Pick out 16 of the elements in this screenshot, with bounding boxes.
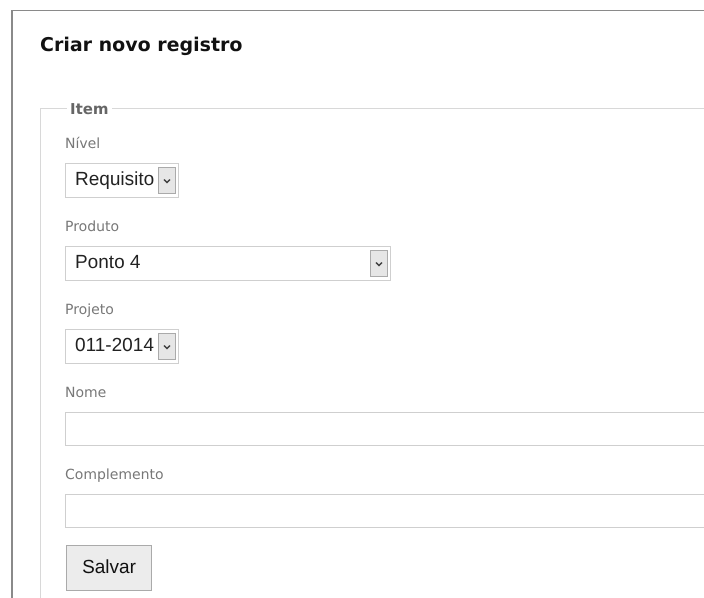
chevron-down-icon [375,260,383,266]
dropdown[interactable]: Ponto 4 [65,246,391,281]
save-button[interactable]: Salvar [66,545,152,591]
fieldset-legend: Item [67,98,112,120]
field-label: Nível [65,135,100,154]
chevron-down-icon [162,344,171,350]
dropdown[interactable]: 011-2014 [65,329,179,364]
input-field[interactable] [65,494,704,528]
field-label: Complemento [65,466,164,485]
page-title: Criar novo registro [40,33,242,58]
chevron-down-icon [163,178,172,184]
dropdown[interactable]: Requisito [65,163,180,198]
field-label: Projeto [65,301,114,320]
field-label: Nome [65,384,106,403]
field-label: Produto [65,218,120,237]
input-field[interactable] [65,412,704,446]
